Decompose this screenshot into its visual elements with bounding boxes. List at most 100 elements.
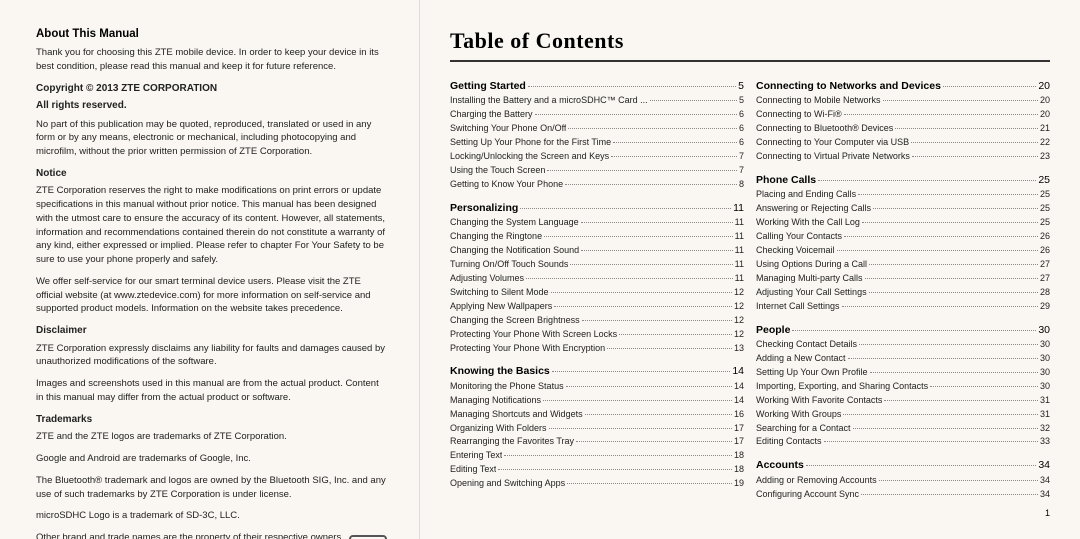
toc-item: Checking Voicemail26	[756, 244, 1050, 258]
toc-item: Switching to Silent Mode 12	[450, 286, 744, 300]
toc-item-label: Changing the Ringtone	[450, 230, 542, 244]
toc-section-label: Knowing the Basics	[450, 363, 550, 379]
toc-item: Working With Groups31	[756, 408, 1050, 422]
toc-item-page: 28	[1040, 286, 1050, 300]
toc-section-header: Personalizing11	[450, 200, 744, 216]
all-rights: All rights reserved.	[36, 99, 387, 114]
toc-item: Setting Up Your Phone for the First Time…	[450, 136, 744, 150]
toc-item: Changing the Notification Sound11	[450, 244, 744, 258]
toc-item: Adjusting Volumes11	[450, 272, 744, 286]
toc-item-page: 29	[1040, 300, 1050, 314]
toc-section-header: Phone Calls25	[756, 172, 1050, 188]
disclaimer-text: ZTE Corporation expressly disclaims any …	[36, 342, 387, 370]
toc-item-label: Setting Up Your Phone for the First Time	[450, 136, 611, 150]
toc-item-page: 27	[1040, 272, 1050, 286]
toc-section-header: Knowing the Basics 14	[450, 363, 744, 379]
toc-item: Working With Favorite Contacts31	[756, 394, 1050, 408]
toc-item: Switching Your Phone On/Off 6	[450, 122, 744, 136]
trademarks-5: Other brand and trade names are the prop…	[36, 531, 349, 539]
toc-item: Calling Your Contacts26	[756, 230, 1050, 244]
toc-item-page: 16	[734, 408, 744, 422]
toc-item-label: Importing, Exporting, and Sharing Contac…	[756, 380, 928, 394]
toc-item-label: Editing Text	[450, 463, 496, 477]
toc-item-label: Protecting Your Phone With Encryption	[450, 342, 605, 356]
page-number: 1	[450, 508, 1050, 518]
toc-left-col: Getting Started5Installing the Battery a…	[450, 78, 756, 502]
toc-item-label: Configuring Account Sync	[756, 488, 859, 502]
toc-item-page: 34	[1040, 488, 1050, 502]
toc-item: Internet Call Settings29	[756, 300, 1050, 314]
trademarks-title: Trademarks	[36, 413, 387, 428]
toc-item: Monitoring the Phone Status14	[450, 380, 744, 394]
toc-item: Checking Contact Details 30	[756, 338, 1050, 352]
toc-item-label: Managing Shortcuts and Widgets	[450, 408, 583, 422]
notice-text: ZTE Corporation reserves the right to ma…	[36, 184, 387, 267]
trademarks-4: microSDHC Logo is a trademark of SD-3C, …	[36, 509, 387, 523]
left-page: About This Manual Thank you for choosing…	[0, 0, 420, 539]
toc-item: Turning On/Off Touch Sounds11	[450, 258, 744, 272]
toc-section-page: 5	[738, 78, 744, 94]
toc-item-page: 17	[734, 422, 744, 436]
toc-item-page: 20	[1040, 108, 1050, 122]
toc-item-label: Switching to Silent Mode	[450, 286, 549, 300]
toc-item-label: Using the Touch Screen	[450, 164, 545, 178]
toc-section-page: 34	[1038, 457, 1050, 473]
toc-item-label: Checking Contact Details	[756, 338, 857, 352]
toc-item-page: 32	[1040, 422, 1050, 436]
toc-item-label: Monitoring the Phone Status	[450, 380, 564, 394]
about-text: Thank you for choosing this ZTE mobile d…	[36, 46, 387, 74]
toc-item-label: Adding or Removing Accounts	[756, 474, 877, 488]
toc-item-label: Searching for a Contact	[756, 422, 851, 436]
toc-item: Organizing With Folders 17	[450, 422, 744, 436]
toc-section-label: Connecting to Networks and Devices	[756, 78, 941, 94]
toc-section-header: Getting Started5	[450, 78, 744, 94]
toc-item-label: Installing the Battery and a microSDHC™ …	[450, 94, 648, 108]
toc-item: Placing and Ending Calls25	[756, 188, 1050, 202]
toc-item: Managing Notifications14	[450, 394, 744, 408]
toc-item-page: 27	[1040, 258, 1050, 272]
toc-section-page: 14	[732, 363, 744, 379]
toc-item-label: Protecting Your Phone With Screen Locks	[450, 328, 617, 342]
toc-item-page: 30	[1040, 338, 1050, 352]
notice-title: Notice	[36, 167, 387, 182]
toc-item-page: 18	[734, 463, 744, 477]
toc-item-page: 25	[1040, 188, 1050, 202]
toc-item-page: 30	[1040, 366, 1050, 380]
copyright-title: Copyright © 2013 ZTE CORPORATION	[36, 82, 387, 97]
toc-item: Charging the Battery6	[450, 108, 744, 122]
microsd-logo: micro SDHC	[349, 535, 387, 539]
toc-item-page: 12	[734, 286, 744, 300]
toc-item-label: Editing Contacts	[756, 435, 822, 449]
toc-item-page: 6	[739, 122, 744, 136]
toc-item-label: Checking Voicemail	[756, 244, 835, 258]
toc-item: Importing, Exporting, and Sharing Contac…	[756, 380, 1050, 394]
toc-item-page: 6	[739, 108, 744, 122]
toc-item-page: 31	[1040, 408, 1050, 422]
toc-section-label: People	[756, 322, 790, 338]
toc-section-header: People30	[756, 322, 1050, 338]
toc-item-page: 12	[734, 328, 744, 342]
toc-item: Getting to Know Your Phone8	[450, 178, 744, 192]
toc-title: Table of Contents	[450, 28, 1050, 62]
toc-section-page: 20	[1038, 78, 1050, 94]
toc-item-label: Working With the Call Log	[756, 216, 860, 230]
toc-item-label: Organizing With Folders	[450, 422, 547, 436]
all-rights-text: No part of this publication may be quote…	[36, 118, 387, 159]
toc-item: Adding or Removing Accounts34	[756, 474, 1050, 488]
toc-item-label: Connecting to Your Computer via USB	[756, 136, 909, 150]
toc-item: Connecting to Wi-Fi®20	[756, 108, 1050, 122]
toc-item-label: Switching Your Phone On/Off	[450, 122, 566, 136]
toc-item: Protecting Your Phone With Screen Locks 1…	[450, 328, 744, 342]
toc-item: Using the Touch Screen7	[450, 164, 744, 178]
toc-item: Connecting to Mobile Networks20	[756, 94, 1050, 108]
toc-item: Configuring Account Sync 34	[756, 488, 1050, 502]
trademarks-3: The Bluetooth® trademark and logos are o…	[36, 474, 387, 502]
toc-item: Applying New Wallpapers12	[450, 300, 744, 314]
toc-item-label: Turning On/Off Touch Sounds	[450, 258, 568, 272]
toc-item-page: 30	[1040, 352, 1050, 366]
toc-item: Editing Text 18	[450, 463, 744, 477]
toc-section-header: Accounts34	[756, 457, 1050, 473]
toc-item: Adjusting Your Call Settings28	[756, 286, 1050, 300]
toc-columns: Getting Started5Installing the Battery a…	[450, 78, 1050, 502]
toc-item-page: 11	[735, 216, 744, 230]
